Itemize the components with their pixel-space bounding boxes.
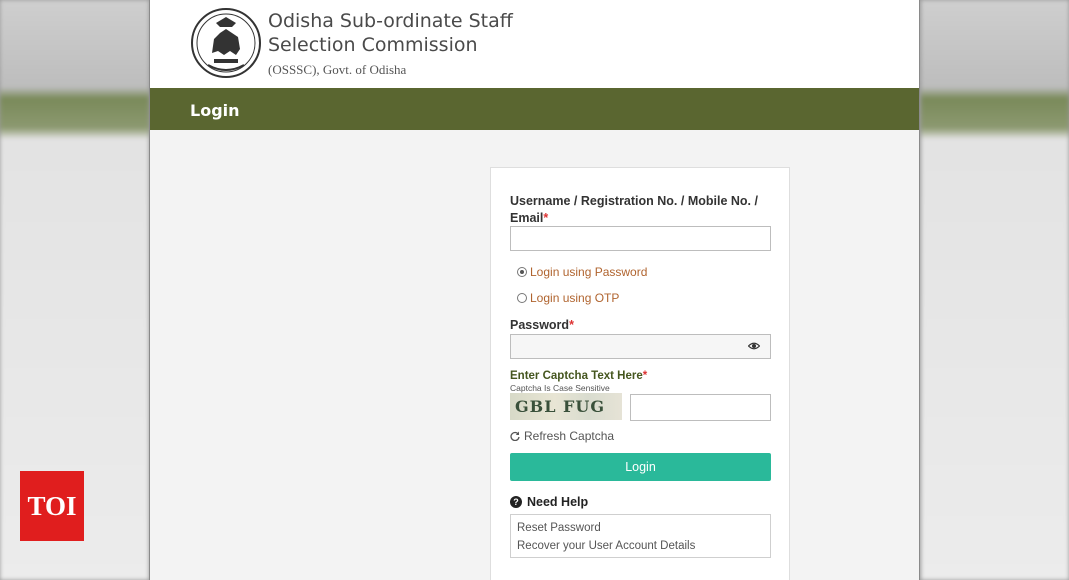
osssc-emblem-logo [191, 8, 261, 78]
site-header: Odisha Sub-ordinate Staff Selection Comm… [150, 0, 919, 88]
captcha-case-note: Captcha Is Case Sensitive [510, 383, 610, 393]
login-page: Odisha Sub-ordinate Staff Selection Comm… [149, 0, 920, 580]
username-label: Username / Registration No. / Mobile No.… [510, 193, 758, 227]
username-input[interactable] [510, 226, 771, 251]
organization-title-line1: Odisha Sub-ordinate Staff [268, 10, 513, 32]
login-title-bar: Login [150, 88, 919, 130]
password-field[interactable] [510, 334, 771, 359]
login-button[interactable]: Login [510, 453, 771, 481]
required-mark: * [642, 370, 648, 382]
required-mark: * [543, 211, 549, 225]
radio-login-password-label: Login using Password [530, 265, 648, 279]
radio-login-otp[interactable]: Login using OTP [517, 291, 619, 305]
password-label: Password* [510, 318, 574, 332]
captcha-input[interactable] [630, 394, 771, 421]
organization-subtitle: (OSSSC), Govt. of Odisha [268, 62, 407, 77]
captcha-label: Enter Captcha Text Here* [510, 370, 647, 382]
help-links-box: Reset Password Recover your User Account… [510, 514, 771, 558]
need-help-title: Need Help [527, 495, 589, 509]
refresh-icon [510, 431, 520, 441]
organization-title-line2: Selection Commission [268, 34, 478, 56]
refresh-captcha-link[interactable]: Refresh Captcha [510, 429, 614, 443]
radio-login-otp-label: Login using OTP [530, 291, 620, 305]
radio-login-password[interactable]: Login using Password [517, 265, 647, 279]
toi-watermark-logo: TOI [20, 471, 84, 541]
refresh-captcha-label: Refresh Captcha [524, 429, 615, 443]
recover-account-link[interactable]: Recover your User Account Details [517, 537, 764, 555]
show-password-eye-icon[interactable] [748, 340, 760, 352]
password-label-text: Password [510, 318, 570, 332]
required-mark: * [569, 318, 574, 332]
captcha-label-text: Enter Captcha Text Here [510, 370, 643, 382]
login-bar-title: Login [190, 101, 240, 120]
username-label-line2: Email* [510, 210, 758, 227]
organization-title: Odisha Sub-ordinate Staff Selection Comm… [268, 9, 513, 57]
username-label-email: Email [510, 211, 544, 225]
background-right [921, 0, 1069, 580]
reset-password-link[interactable]: Reset Password [517, 519, 764, 537]
need-help-heading: ? Need Help [510, 495, 588, 509]
login-card: Username / Registration No. / Mobile No.… [490, 167, 790, 580]
radio-button-unselected[interactable] [517, 293, 527, 303]
radio-button-selected[interactable] [517, 267, 527, 277]
captcha-image: GBL FUG [510, 393, 622, 420]
username-label-line1: Username / Registration No. / Mobile No.… [510, 194, 758, 208]
question-circle-icon: ? [510, 496, 522, 508]
